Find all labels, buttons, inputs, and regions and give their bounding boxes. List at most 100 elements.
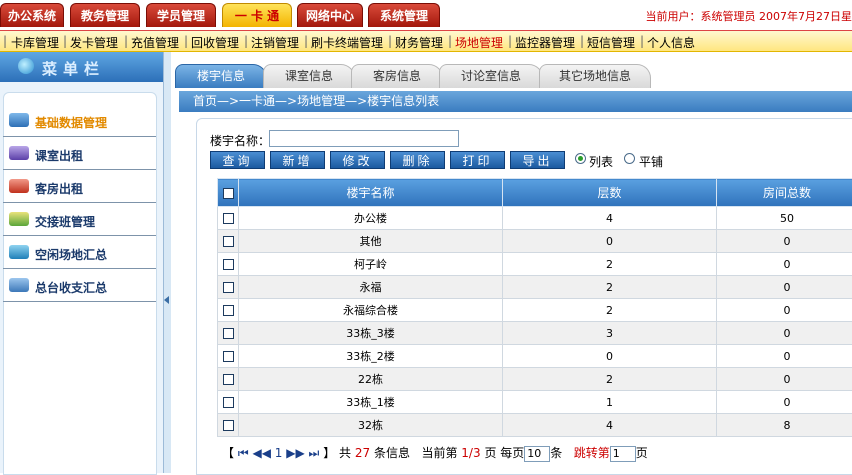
query-button[interactable]: 查询 [210, 151, 265, 169]
breadcrumb-text: 首页—>一卡通—>场地管理—>楼宇信息列表 [193, 94, 439, 108]
delete-button[interactable]: 删除 [390, 151, 445, 169]
submenu-recycle[interactable]: 回收管理 [191, 34, 239, 51]
submenu-card-issue[interactable]: 发卡管理 [70, 34, 118, 51]
table-row[interactable]: 永福20 [218, 276, 852, 299]
sidebar-header: 菜单栏 [0, 52, 164, 82]
per-page-input[interactable]: 10 [524, 446, 550, 462]
table-row[interactable]: 33栋_3楼30 [218, 322, 852, 345]
submenu-terminal[interactable]: 刷卡终端管理 [311, 34, 383, 51]
row-checkbox[interactable] [223, 213, 234, 224]
cell-floors: 4 [503, 414, 717, 437]
cell-room-count: 8 [717, 414, 852, 437]
shift-handover-icon [9, 212, 29, 226]
row-checkbox[interactable] [223, 351, 234, 362]
select-all-checkbox[interactable] [223, 188, 234, 199]
column-header-building-name[interactable]: 楼宇名称 [239, 179, 503, 207]
tab-guestroom-info[interactable]: 客房信息 [351, 64, 443, 88]
next-page-icon[interactable]: ▶▶ [286, 446, 304, 460]
edit-button[interactable]: 修改 [330, 151, 385, 169]
sidebar-item-classroom-rent[interactable]: 课室出租 [3, 138, 156, 170]
submenu-personal[interactable]: 个人信息 [647, 34, 695, 51]
row-checkbox[interactable] [223, 420, 234, 431]
submenu-cancel[interactable]: 注销管理 [251, 34, 299, 51]
cell-building-name: 33栋_2楼 [239, 345, 503, 368]
cell-room-count: 0 [717, 230, 852, 253]
submenu-separator: | [580, 34, 584, 48]
row-checkbox[interactable] [223, 374, 234, 385]
row-checkbox[interactable] [223, 328, 234, 339]
print-button[interactable]: 打印 [450, 151, 505, 169]
tab-discussion-room-info[interactable]: 讨论室信息 [439, 64, 543, 88]
main-tab-office[interactable]: 办公系统 [0, 3, 64, 27]
submenu-monitor[interactable]: 监控器管理 [515, 34, 575, 51]
export-button[interactable]: 导出 [510, 151, 565, 169]
cell-room-count: 0 [717, 253, 852, 276]
main-tab-students[interactable]: 学员管理 [146, 3, 216, 27]
submenu-recharge[interactable]: 充值管理 [131, 34, 179, 51]
table-row[interactable]: 32栋48 [218, 414, 852, 437]
table-row[interactable]: 33栋_2楼00 [218, 345, 852, 368]
tile-view-label: 平铺 [639, 153, 663, 170]
row-select-cell [218, 276, 239, 299]
sidebar-splitter[interactable] [163, 52, 171, 473]
sidebar-title: 菜单栏 [42, 58, 105, 79]
jump-page-input[interactable]: 1 [610, 446, 636, 462]
list-view-radio[interactable] [575, 153, 586, 164]
table-row[interactable]: 33栋_1楼10 [218, 391, 852, 414]
table-row[interactable]: 柯子岭20 [218, 253, 852, 276]
prev-page-icon[interactable]: ◀◀ [252, 446, 270, 460]
submenu-separator: | [124, 34, 128, 48]
building-name-input[interactable] [269, 130, 459, 147]
row-checkbox[interactable] [223, 305, 234, 316]
top-navigation-bar: 办公系统 教务管理 学员管理 一 卡 通 网络中心 系统管理 当前用户：系统管理… [0, 0, 852, 31]
row-checkbox[interactable] [223, 282, 234, 293]
current-page-link[interactable]: 1 [275, 446, 283, 460]
submenu-separator: | [304, 34, 308, 48]
submenu-separator: | [244, 34, 248, 48]
main-tab-card-system[interactable]: 一 卡 通 [222, 3, 292, 27]
cell-room-count: 0 [717, 299, 852, 322]
sidebar-item-front-desk-summary[interactable]: 总台收支汇总 [3, 270, 156, 302]
submenu-card-stock[interactable]: 卡库管理 [11, 34, 59, 51]
building-name-label: 楼宇名称： [210, 132, 270, 149]
select-all-cell [218, 179, 239, 207]
row-checkbox[interactable] [223, 259, 234, 270]
submenu-finance[interactable]: 财务管理 [395, 34, 443, 51]
tab-building-info[interactable]: 楼宇信息 [175, 64, 267, 88]
table-row[interactable]: 永福综合楼20 [218, 299, 852, 322]
sidebar-item-vacant-venue[interactable]: 空闲场地汇总 [3, 237, 156, 269]
cell-building-name: 永福综合楼 [239, 299, 503, 322]
sidebar-item-label: 基础数据管理 [35, 114, 107, 131]
tab-classroom-info[interactable]: 课室信息 [263, 64, 355, 88]
table-row[interactable]: 22栋20 [218, 368, 852, 391]
collapse-arrow-icon[interactable] [164, 296, 169, 304]
tile-view-radio[interactable] [624, 153, 635, 164]
sidebar-item-guestroom-rent[interactable]: 客房出租 [3, 171, 156, 203]
sub-menu-bar: | 卡库管理 | 发卡管理 | 充值管理 | 回收管理 | 注销管理 | 刷卡终… [0, 31, 852, 52]
row-checkbox[interactable] [223, 236, 234, 247]
table-row[interactable]: 办公楼450 [218, 207, 852, 230]
main-tab-system[interactable]: 系统管理 [368, 3, 440, 27]
table-row[interactable]: 其他00 [218, 230, 852, 253]
row-select-cell [218, 230, 239, 253]
submenu-venue[interactable]: 场地管理 [455, 34, 503, 51]
row-select-cell [218, 345, 239, 368]
per-page-prefix: 每页 [500, 446, 524, 460]
cell-room-count: 0 [717, 345, 852, 368]
row-checkbox[interactable] [223, 397, 234, 408]
sidebar-item-basic-data[interactable]: 基础数据管理 [3, 105, 156, 137]
last-page-icon[interactable]: ⏭ [309, 446, 320, 460]
tab-other-venue-info[interactable]: 其它场地信息 [539, 64, 651, 88]
content-tab-bar: 楼宇信息 课室信息 客房信息 讨论室信息 其它场地信息 [171, 60, 852, 88]
column-header-floors[interactable]: 层数 [503, 179, 717, 207]
column-header-room-count[interactable]: 房间总数 [717, 179, 852, 207]
main-tab-network[interactable]: 网络中心 [297, 3, 363, 27]
main-tab-academic[interactable]: 教务管理 [70, 3, 140, 27]
sidebar-item-shift-handover[interactable]: 交接班管理 [3, 204, 156, 236]
first-page-icon[interactable]: ⏮ [238, 446, 249, 460]
table-header-row: 楼宇名称 层数 房间总数 [218, 179, 852, 207]
submenu-sms[interactable]: 短信管理 [587, 34, 635, 51]
total-count: 27 [355, 446, 370, 460]
add-button[interactable]: 新增 [270, 151, 325, 169]
current-user-info: 当前用户：系统管理员 2007年7月27日星 [646, 8, 852, 24]
